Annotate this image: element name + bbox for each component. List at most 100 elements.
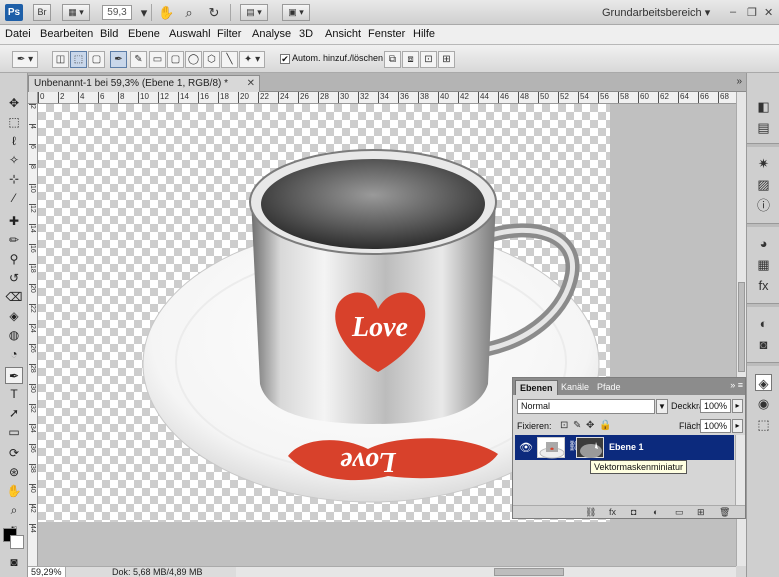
path-selection-icon[interactable]: ➚ bbox=[5, 405, 23, 422]
lock-position-icon[interactable]: ✥ bbox=[586, 420, 594, 431]
histogram-icon[interactable]: ▨ bbox=[755, 176, 772, 193]
close-tab-icon[interactable]: ✕ bbox=[247, 76, 255, 91]
quick-selection-icon[interactable]: ✧ bbox=[5, 152, 23, 169]
brush-tool-icon[interactable]: ✏ bbox=[5, 232, 23, 249]
menu-bearbeiten[interactable]: Bearbeiten bbox=[40, 28, 93, 40]
history-brush-icon[interactable]: ↺ bbox=[5, 270, 23, 287]
arrange-documents-button[interactable]: ▤ ▾ bbox=[240, 4, 268, 21]
tab-ebenen[interactable]: Ebenen bbox=[515, 380, 558, 395]
visibility-eye-icon[interactable]: 👁 bbox=[519, 441, 533, 454]
color-icon[interactable]: ◕ bbox=[755, 235, 772, 252]
close-icon[interactable]: ✕ bbox=[764, 6, 773, 19]
paths-icon[interactable]: ⬚ bbox=[70, 51, 87, 68]
vector-mask-thumbnail[interactable] bbox=[576, 437, 604, 458]
vertical-scroll-thumb[interactable] bbox=[738, 282, 745, 372]
opacity-field[interactable]: 100% bbox=[700, 399, 731, 413]
line-icon[interactable]: ╲ bbox=[221, 51, 238, 68]
tab-kanaele[interactable]: Kanäle bbox=[557, 380, 593, 395]
lasso-tool-icon[interactable]: ℓ bbox=[5, 133, 23, 150]
document-tab[interactable]: Unbenannt-1 bei 59,3% (Ebene 1, RGB/8) *… bbox=[28, 75, 260, 92]
rotate-view-icon[interactable]: ↻ bbox=[206, 5, 222, 20]
lock-all-icon[interactable]: 🔒 bbox=[599, 420, 611, 431]
menu-auswahl[interactable]: Auswahl bbox=[169, 28, 211, 40]
eyedropper-icon[interactable]: ⁄ bbox=[5, 190, 23, 207]
polygon-icon[interactable]: ⬡ bbox=[203, 51, 220, 68]
ruler-origin[interactable] bbox=[28, 92, 38, 104]
layer-thumbnail[interactable] bbox=[537, 437, 565, 459]
minimize-icon[interactable]: – bbox=[730, 6, 736, 18]
menu-ebene[interactable]: Ebene bbox=[128, 28, 160, 40]
status-zoom-field[interactable]: 59,29% bbox=[28, 567, 66, 577]
horizontal-scroll-thumb[interactable] bbox=[494, 568, 564, 576]
lock-transparent-icon[interactable]: ⊡ bbox=[560, 420, 568, 431]
zoom-tool-icon[interactable]: ⌕ bbox=[5, 502, 23, 519]
blur-tool-icon[interactable]: ◍ bbox=[5, 327, 23, 344]
intersect-paths-icon[interactable]: ⊡ bbox=[420, 51, 437, 68]
menu-datei[interactable]: Datei bbox=[5, 28, 31, 40]
channels-icon[interactable]: ◉ bbox=[755, 395, 772, 412]
layer-row-ebene-1[interactable]: 👁 ⛓ Ebene 1 bbox=[515, 435, 734, 460]
fill-slider-icon[interactable]: ▸ bbox=[732, 419, 743, 433]
link-layers-icon[interactable]: ⛓ bbox=[585, 507, 596, 518]
blend-mode-select[interactable]: Normal bbox=[517, 399, 655, 414]
menu-hilfe[interactable]: Hilfe bbox=[413, 28, 435, 40]
layers-icon[interactable]: ◈ bbox=[755, 374, 772, 391]
paint-bucket-icon[interactable]: ◈ bbox=[5, 308, 23, 325]
new-layer-icon[interactable]: ⊞ bbox=[697, 507, 705, 518]
restore-icon[interactable]: ❐ bbox=[747, 6, 757, 19]
tab-overflow-icon[interactable]: » bbox=[736, 76, 742, 87]
rounded-rectangle-icon[interactable]: ▢ bbox=[167, 51, 184, 68]
menu-bild[interactable]: Bild bbox=[100, 28, 118, 40]
panel-menu-icon[interactable]: » ≡ bbox=[730, 380, 743, 390]
info-icon[interactable]: ⓘ bbox=[755, 197, 772, 214]
ellipse-icon[interactable]: ◯ bbox=[185, 51, 202, 68]
screen-mode-button[interactable]: ▣ ▾ bbox=[282, 4, 310, 21]
adjustment-layer-icon[interactable]: ◐ bbox=[653, 507, 658, 517]
zoom-dropdown-icon[interactable]: ▾ bbox=[136, 5, 152, 20]
clone-stamp-icon[interactable]: ⚲ bbox=[5, 251, 23, 268]
masks-icon[interactable]: ◙ bbox=[755, 336, 772, 353]
3d-orbit-icon[interactable]: ⊛ bbox=[5, 464, 23, 481]
dodge-tool-icon[interactable]: ◔ bbox=[5, 346, 23, 363]
menu-analyse[interactable]: Analyse bbox=[252, 28, 291, 40]
opacity-slider-icon[interactable]: ▸ bbox=[732, 399, 743, 413]
pen-tool-icon[interactable]: ✒ bbox=[110, 51, 127, 68]
fill-pixels-icon[interactable]: ▢ bbox=[88, 51, 105, 68]
menu-filter[interactable]: Filter bbox=[217, 28, 241, 40]
horizontal-scrollbar[interactable] bbox=[236, 566, 736, 577]
delete-layer-icon[interactable]: 🗑 bbox=[719, 507, 730, 518]
subtract-paths-icon[interactable]: ⧈ bbox=[402, 51, 419, 68]
shape-layers-icon[interactable]: ◫ bbox=[52, 51, 69, 68]
3d-rotate-icon[interactable]: ⟳ bbox=[5, 445, 23, 462]
zoom-field[interactable]: 59,3 bbox=[102, 5, 132, 20]
navigator-icon[interactable]: ✷ bbox=[755, 155, 772, 172]
custom-shape-icon[interactable]: ✦ ▾ bbox=[239, 51, 265, 68]
healing-brush-icon[interactable]: ✚ bbox=[5, 213, 23, 230]
view-extras-button[interactable]: ▦ ▾ bbox=[62, 4, 90, 21]
paths-icon[interactable]: ⬚ bbox=[755, 416, 772, 433]
document-info[interactable]: Dok: 5,68 MB/4,89 MB bbox=[112, 567, 203, 577]
shape-tool-icon[interactable]: ▭ bbox=[5, 424, 23, 441]
menu-3d[interactable]: 3D bbox=[299, 28, 313, 40]
add-mask-icon[interactable]: ◘ bbox=[631, 507, 636, 517]
layer-style-icon[interactable]: fx bbox=[609, 507, 616, 517]
swatches-icon[interactable]: ▦ bbox=[755, 256, 772, 273]
bridge-button[interactable]: Br bbox=[33, 4, 51, 21]
auto-add-delete-checkbox[interactable]: ✔ bbox=[280, 54, 290, 64]
layer-name[interactable]: Ebene 1 bbox=[609, 442, 644, 452]
styles-icon[interactable]: fx bbox=[755, 277, 772, 294]
blend-mode-dropdown-icon[interactable]: ▼ bbox=[656, 399, 668, 414]
quick-mask-icon[interactable]: ◙ bbox=[5, 554, 23, 571]
menu-fenster[interactable]: Fenster bbox=[368, 28, 405, 40]
marquee-tool-icon[interactable]: ⬚ bbox=[5, 114, 23, 131]
tool-preset-picker[interactable]: ✒ ▾ bbox=[12, 51, 38, 68]
rectangle-icon[interactable]: ▭ bbox=[149, 51, 166, 68]
zoom-tool-icon[interactable]: ⌕ bbox=[181, 5, 197, 20]
exclude-paths-icon[interactable]: ⊞ bbox=[438, 51, 455, 68]
freeform-pen-icon[interactable]: ✎ bbox=[130, 51, 147, 68]
adjustments-icon[interactable]: ◐ bbox=[755, 315, 772, 332]
history-icon[interactable]: ▤ bbox=[755, 119, 772, 136]
crop-tool-icon[interactable]: ⊹ bbox=[5, 171, 23, 188]
hand-tool-icon[interactable]: ✋ bbox=[158, 5, 174, 20]
type-tool-icon[interactable]: T bbox=[5, 386, 23, 403]
